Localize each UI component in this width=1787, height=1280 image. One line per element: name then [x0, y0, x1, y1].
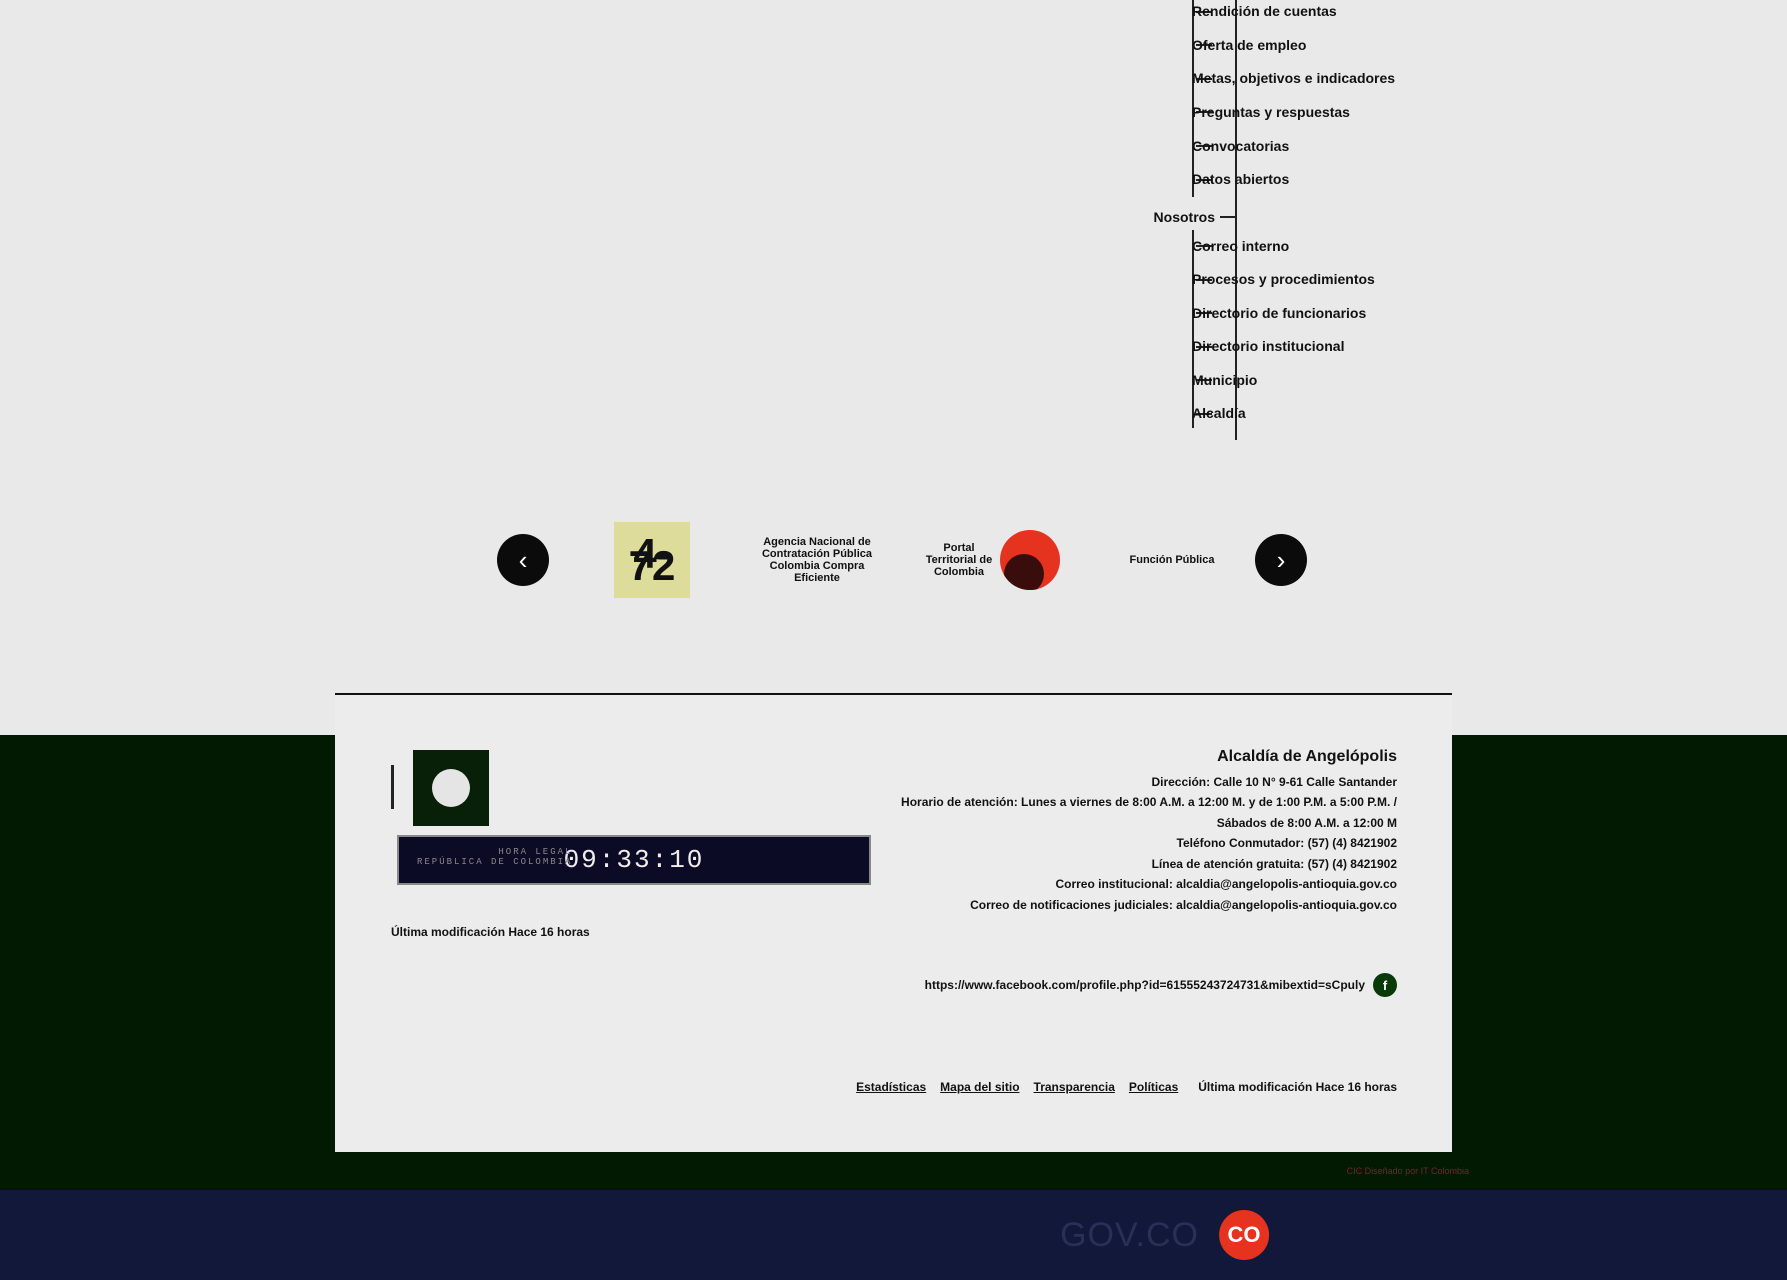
sitemap-item-metas[interactable]: Metas, objetivos e indicadores: [1192, 70, 1395, 86]
chevron-left-icon: ‹: [1276, 544, 1286, 575]
sitemap-item-procesos[interactable]: Procesos y procedimientos: [1192, 271, 1375, 287]
link-estadisticas[interactable]: Estadísticas: [856, 1080, 926, 1094]
sitemap-item-convocatorias[interactable]: Convocatorias: [1192, 138, 1289, 154]
carousel-prev-button[interactable]: ›: [497, 534, 549, 586]
clock-time: 09:33:10: [563, 845, 705, 875]
facebook-url[interactable]: https://www.facebook.com/profile.php?id=…: [925, 978, 1365, 992]
address-line: Dirección: Calle 10 N° 9-61 Calle Santan…: [1151, 774, 1397, 789]
entity-name: Alcaldía de Angelópolis: [1217, 748, 1397, 765]
logo-portal-territorial[interactable]: Portal Territorial de Colombia: [917, 520, 1067, 600]
link-transparencia[interactable]: Transparencia: [1034, 1080, 1115, 1094]
tree-branch-line-nosotros: [1192, 230, 1194, 428]
sitemap-item-correo-interno[interactable]: Correo interno: [1192, 238, 1289, 254]
phone-line: Teléfono Conmutador: (57) (4) 8421902: [1176, 836, 1398, 850]
judicial-email-line[interactable]: Correo de notificaciones judiciales: alc…: [901, 895, 1397, 916]
sitemap-item-datos-abiertos[interactable]: Datos abiertos: [1192, 171, 1289, 187]
sitemap-item-rendicion[interactable]: Rendición de cuentas: [1192, 3, 1337, 19]
sitemap-section: Nosotros Rendición de cuentas Oferta de …: [0, 0, 1787, 735]
logo-portal-territorial-text: Portal Territorial de Colombia: [925, 542, 993, 578]
sitemap-nosotros[interactable]: Nosotros: [1154, 209, 1215, 225]
clock-label: HORA LEGAL REPÚBLICA DE COLOMBIA: [417, 847, 572, 867]
sitemap-item-oferta[interactable]: Oferta de empleo: [1192, 37, 1306, 53]
clock-label-line2: REPÚBLICA DE COLOMBIA: [417, 857, 573, 867]
colombia-co-badge[interactable]: CO: [1219, 1210, 1269, 1260]
link-politicas[interactable]: Políticas: [1129, 1080, 1178, 1094]
last-modified-footer: Última modificación Hace 16 horas: [1198, 1080, 1397, 1094]
municipal-shield: [413, 750, 489, 826]
divider: [391, 765, 394, 809]
facebook-link[interactable]: https://www.facebook.com/profile.php?id=…: [925, 973, 1397, 997]
partner-logos-carousel: ‹ Función Pública Portal Territorial de …: [477, 520, 1307, 600]
footer-card: Alcaldía de Angelópolis Dirección: Calle…: [335, 693, 1452, 1152]
footer-card-content: Alcaldía de Angelópolis Dirección: Calle…: [335, 695, 1452, 1152]
logo-funcion-publica[interactable]: Función Pública: [1117, 520, 1227, 600]
logo-472-mark: 4-72: [614, 522, 690, 598]
tree-tick: [1220, 216, 1236, 218]
tree-branch-line-transparencia: [1192, 0, 1194, 197]
free-line: Línea de atención gratuita: (57) (4) 842…: [1151, 856, 1397, 871]
sitemap-item-preguntas[interactable]: Preguntas y respuestas: [1192, 104, 1350, 120]
schedule-saturday-line: Sábados de 8:00 A.M. a 12:00 M: [1216, 815, 1397, 830]
govco-bar: GOV.CO CO: [0, 1190, 1787, 1280]
portal-territorial-emblem: [1000, 530, 1060, 590]
shield-icon: [432, 769, 470, 807]
schedule-line: Horario de atención: Lunes a viernes de …: [901, 795, 1397, 809]
sitemap-tree: Nosotros Rendición de cuentas Oferta de …: [0, 0, 1787, 440]
site-credit[interactable]: CIC Diseñado por IT Colombia: [1347, 1166, 1469, 1176]
carousel-next-button[interactable]: ‹: [1255, 534, 1307, 586]
logo-472[interactable]: 4-72: [607, 520, 697, 600]
sitemap-item-municipio[interactable]: Municipio: [1192, 372, 1257, 388]
link-mapa-del-sitio[interactable]: Mapa del sitio: [940, 1080, 1019, 1094]
govco-logo-group[interactable]: GOV.CO CO: [1060, 1210, 1269, 1260]
facebook-icon: f: [1373, 973, 1397, 997]
clock-label-line1: HORA LEGAL: [498, 847, 573, 857]
contact-info: Alcaldía de Angelópolis Dirección: Calle…: [901, 747, 1397, 915]
govco-logo[interactable]: GOV.CO: [1060, 1216, 1199, 1255]
sitemap-item-directorio-funcionarios[interactable]: Directorio de funcionarios: [1192, 305, 1366, 321]
sitemap-item-alcaldia[interactable]: Alcaldía: [1192, 405, 1246, 421]
sitemap-item-directorio-institucional[interactable]: Directorio institucional: [1192, 338, 1344, 354]
legal-time-clock: HORA LEGAL REPÚBLICA DE COLOMBIA 09:33:1…: [397, 835, 871, 885]
chevron-right-icon: ›: [518, 544, 528, 575]
last-modified: Última modificación Hace 16 horas: [391, 925, 590, 939]
footer-links: Estadísticas Mapa del sitio Transparenci…: [856, 1080, 1397, 1094]
email-line[interactable]: Correo institucional: alcaldia@angelopol…: [901, 874, 1397, 895]
logo-colombia-compra[interactable]: Agencia Nacional de Contratación Pública…: [747, 520, 887, 600]
mirrored-page: Nosotros Rendición de cuentas Oferta de …: [0, 0, 1787, 1280]
